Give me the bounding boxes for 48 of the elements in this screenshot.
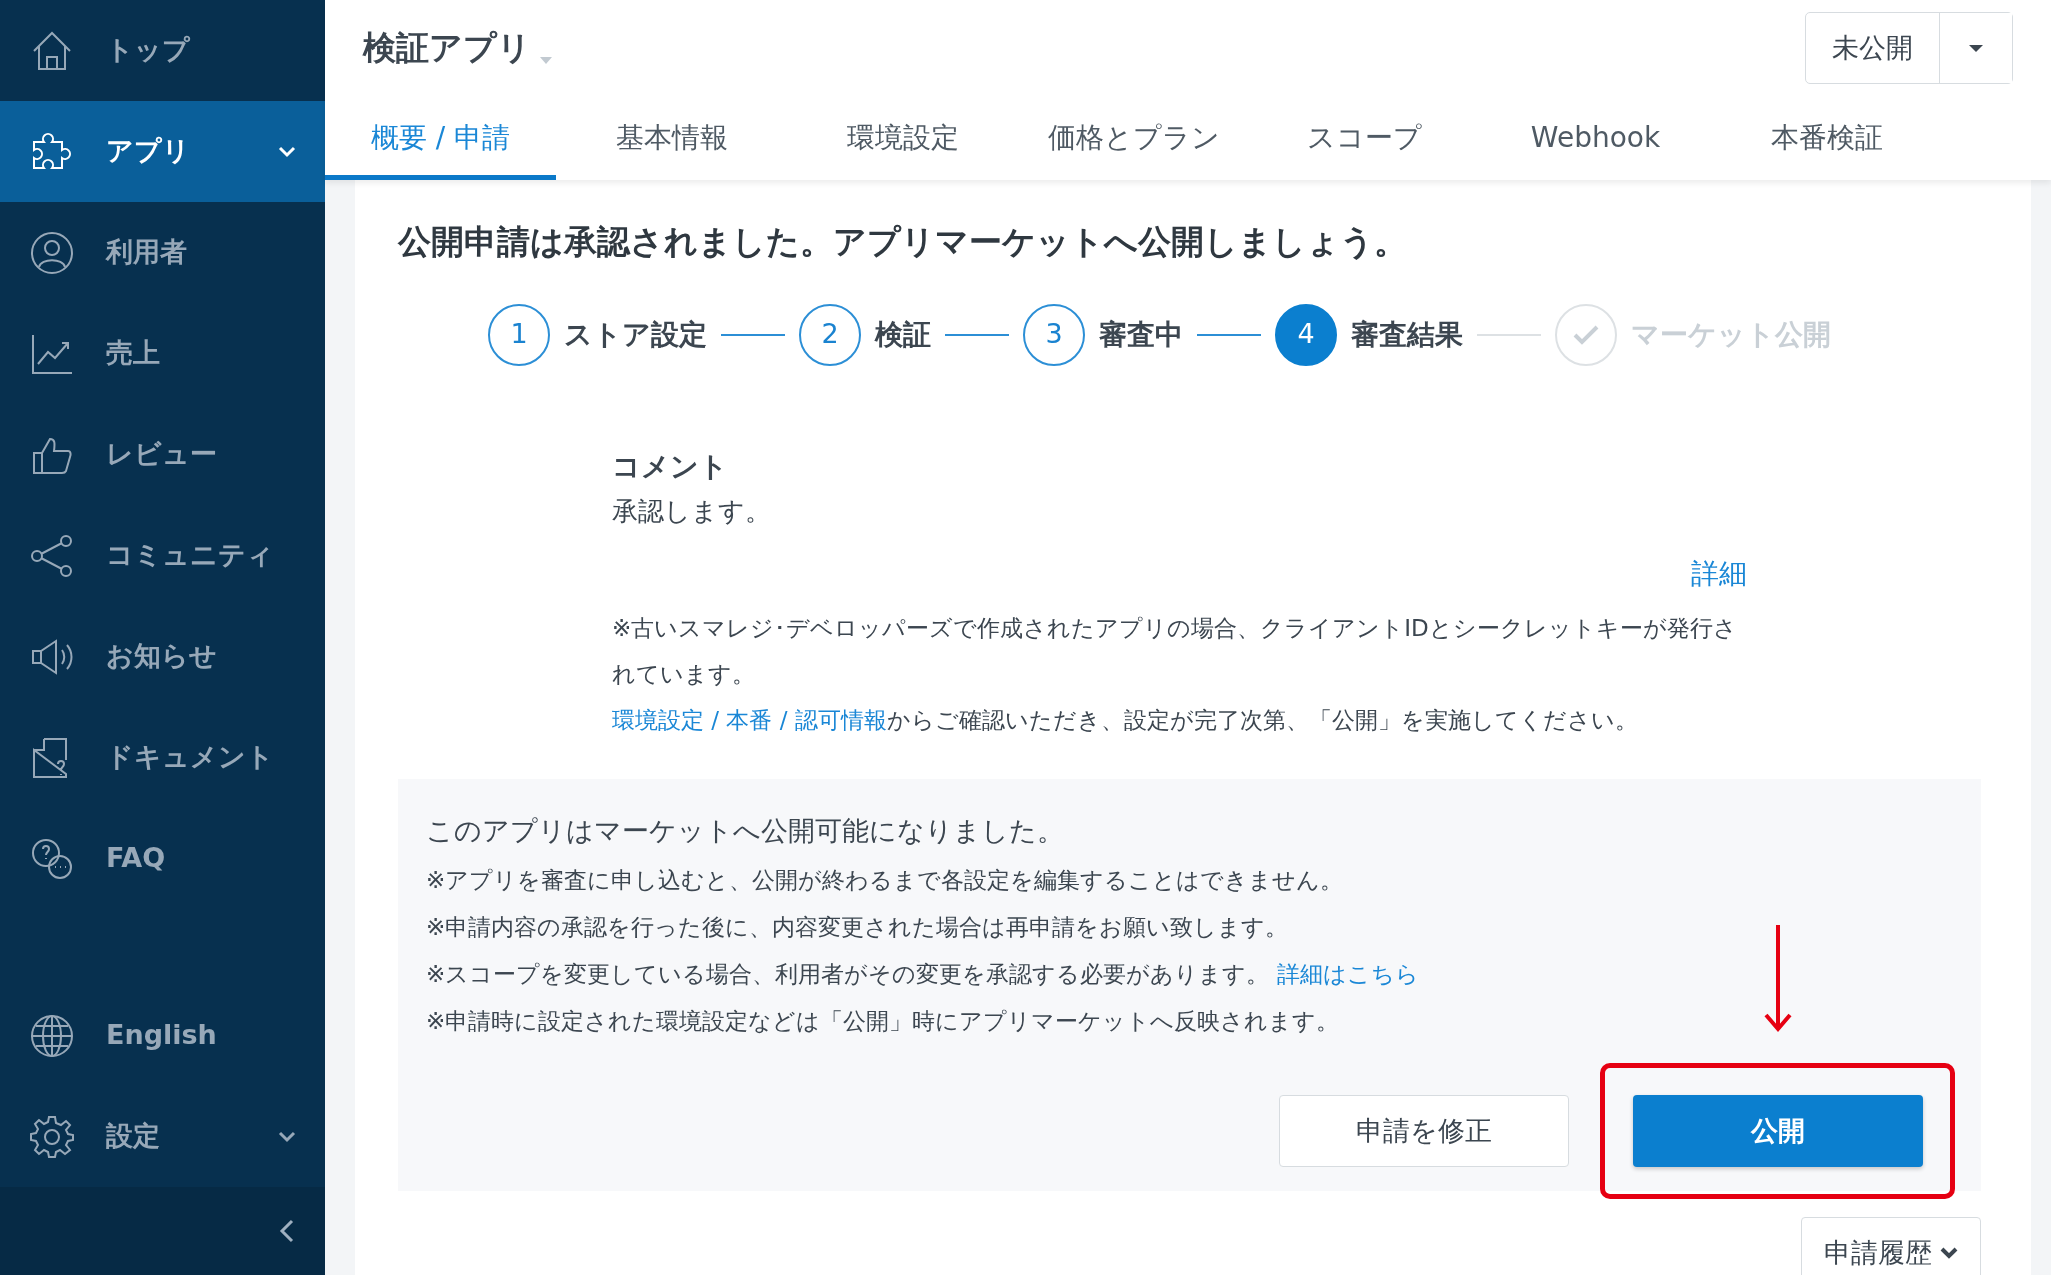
heading: 公開申請は承認されました。アプリマーケットへ公開しましょう。 xyxy=(398,222,1408,262)
caret-icon[interactable] xyxy=(539,55,553,65)
note-text: ※申請内容の承認を行った後に、内容変更された場合は再申請をお願い致します。 xyxy=(426,913,1290,943)
detail-link[interactable]: 詳細はこちら xyxy=(1276,961,1419,988)
tab[interactable]: Webhook xyxy=(1480,96,1711,180)
sidebar-item[interactable]: FAQ xyxy=(0,808,325,909)
tab[interactable]: 本番検証 xyxy=(1711,96,1942,180)
step-circle: 3 xyxy=(1023,303,1085,366)
note-text: ※古いスマレジ･デベロッパーズで作成されたアプリの場合、クライアントIDとシークレットキーが発行されています。 xyxy=(612,613,1738,689)
status-dropdown[interactable]: 未公開 xyxy=(1805,12,2013,84)
comment-title: コメント xyxy=(612,448,729,485)
note-text: ※申請時に設定された環境設定などは「公開」時にアプリマーケットへ反映されます。 xyxy=(426,1007,1341,1037)
comment-text: 承認します。 xyxy=(612,494,772,528)
tab[interactable]: スコープ xyxy=(1249,96,1480,180)
sidebar-item[interactable]: アプリ xyxy=(0,101,325,202)
check-icon xyxy=(1573,324,1599,345)
sidebar-item[interactable]: コミュニティ xyxy=(0,505,325,606)
sidebar-item[interactable]: 売上 xyxy=(0,303,325,404)
edit-request-button[interactable]: 申請を修正 xyxy=(1279,1095,1569,1168)
sidebar-item[interactable]: 設定 xyxy=(0,1086,325,1187)
step-circle: 4 xyxy=(1275,303,1337,366)
sidebar-item[interactable]: 利用者 xyxy=(0,202,325,303)
step-circle: 1 xyxy=(488,303,550,366)
app-title: 検証アプリ xyxy=(363,27,531,70)
step-circle: 2 xyxy=(799,303,861,366)
step-label: 審査中 xyxy=(1099,316,1183,353)
sidebar-item[interactable]: English xyxy=(0,985,325,1086)
chevron-icon xyxy=(1940,1247,1958,1260)
step-label: 審査結果 xyxy=(1351,316,1463,353)
tab[interactable]: 価格とプラン xyxy=(1018,96,1249,180)
note-text: ※アプリを審査に申し込むと、公開が終わるまで各設定を編集することはできません。 xyxy=(426,866,1345,896)
settings-link[interactable]: 環境設定 / 本番 / 認可情報 xyxy=(612,706,887,733)
sidebar-item[interactable]: レビュー xyxy=(0,404,325,505)
tab[interactable]: 環境設定 xyxy=(787,96,1018,180)
collapse-icon[interactable] xyxy=(279,1218,295,1244)
publish-button[interactable]: 公開 xyxy=(1633,1095,1923,1168)
tab[interactable]: 基本情報 xyxy=(556,96,787,180)
step-label: ストア設定 xyxy=(564,316,707,353)
history-button[interactable]: 申請履歴 xyxy=(1801,1217,1981,1275)
step-label: 検証 xyxy=(875,316,931,353)
note-text: ※スコープを変更している場合、利用者がその変更を承認する必要があります。 詳細はこちら xyxy=(426,960,1420,990)
panel-lead: このアプリはマーケットへ公開可能になりました。 xyxy=(426,813,1065,848)
detail-link[interactable]: 詳細 xyxy=(1691,556,1747,590)
sidebar-item[interactable]: トップ xyxy=(0,0,325,101)
instruction-text: 環境設定 / 本番 / 認可情報からご確認いただき、設定が完了次第、「公開」を実施してください。 xyxy=(612,705,1639,735)
sidebar-item[interactable]: お知らせ xyxy=(0,606,325,707)
caret-icon xyxy=(1968,43,1984,53)
sidebar-item[interactable]: ドキュメント xyxy=(0,707,325,808)
